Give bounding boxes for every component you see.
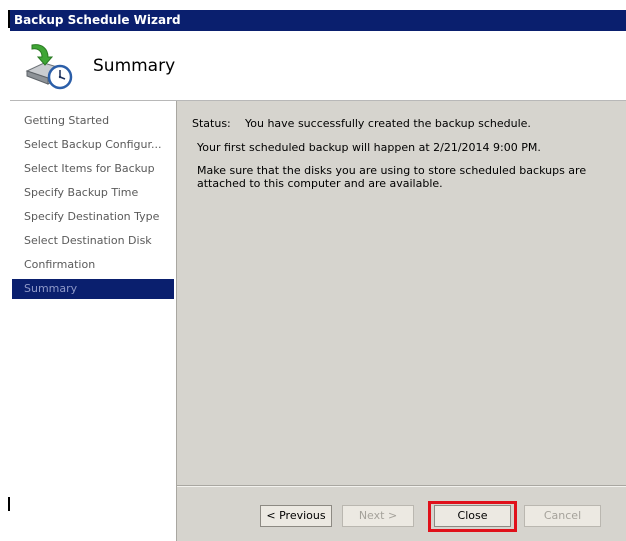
nav-step-destination-type[interactable]: Specify Destination Type bbox=[12, 207, 174, 227]
nav-step-backup-time[interactable]: Specify Backup Time bbox=[12, 183, 174, 203]
status-message: You have successfully created the backup… bbox=[245, 117, 531, 130]
window-title-bar[interactable]: Backup Schedule Wizard bbox=[10, 10, 626, 31]
window-title: Backup Schedule Wizard bbox=[14, 13, 181, 27]
nav-step-destination-disk[interactable]: Select Destination Disk bbox=[12, 231, 174, 251]
disk-availability-note: Make sure that the disks you are using t… bbox=[197, 164, 587, 190]
first-backup-message: Your first scheduled backup will happen … bbox=[197, 141, 541, 154]
status-row: Status: You have successfully created the… bbox=[192, 117, 531, 130]
footer-divider-highlight bbox=[177, 486, 626, 487]
nav-step-summary[interactable]: Summary bbox=[12, 279, 174, 299]
wizard-content: Status: You have successfully created the… bbox=[176, 101, 626, 541]
close-button-highlight bbox=[428, 501, 517, 532]
wizard-header: Summary bbox=[10, 31, 626, 101]
status-label: Status: bbox=[192, 117, 231, 130]
nav-step-confirmation[interactable]: Confirmation bbox=[12, 255, 174, 275]
previous-button[interactable]: < Previous bbox=[260, 505, 332, 527]
backup-schedule-clock-icon bbox=[25, 44, 73, 90]
nav-step-select-items[interactable]: Select Items for Backup bbox=[12, 159, 174, 179]
page-title: Summary bbox=[93, 56, 176, 76]
next-button[interactable]: Next > bbox=[342, 505, 414, 527]
nav-step-getting-started[interactable]: Getting Started bbox=[12, 111, 174, 131]
wizard-step-list: Getting Started Select Backup Configur..… bbox=[10, 101, 176, 541]
nav-step-backup-configuration[interactable]: Select Backup Configur... bbox=[12, 135, 174, 155]
cancel-button[interactable]: Cancel bbox=[524, 505, 601, 527]
